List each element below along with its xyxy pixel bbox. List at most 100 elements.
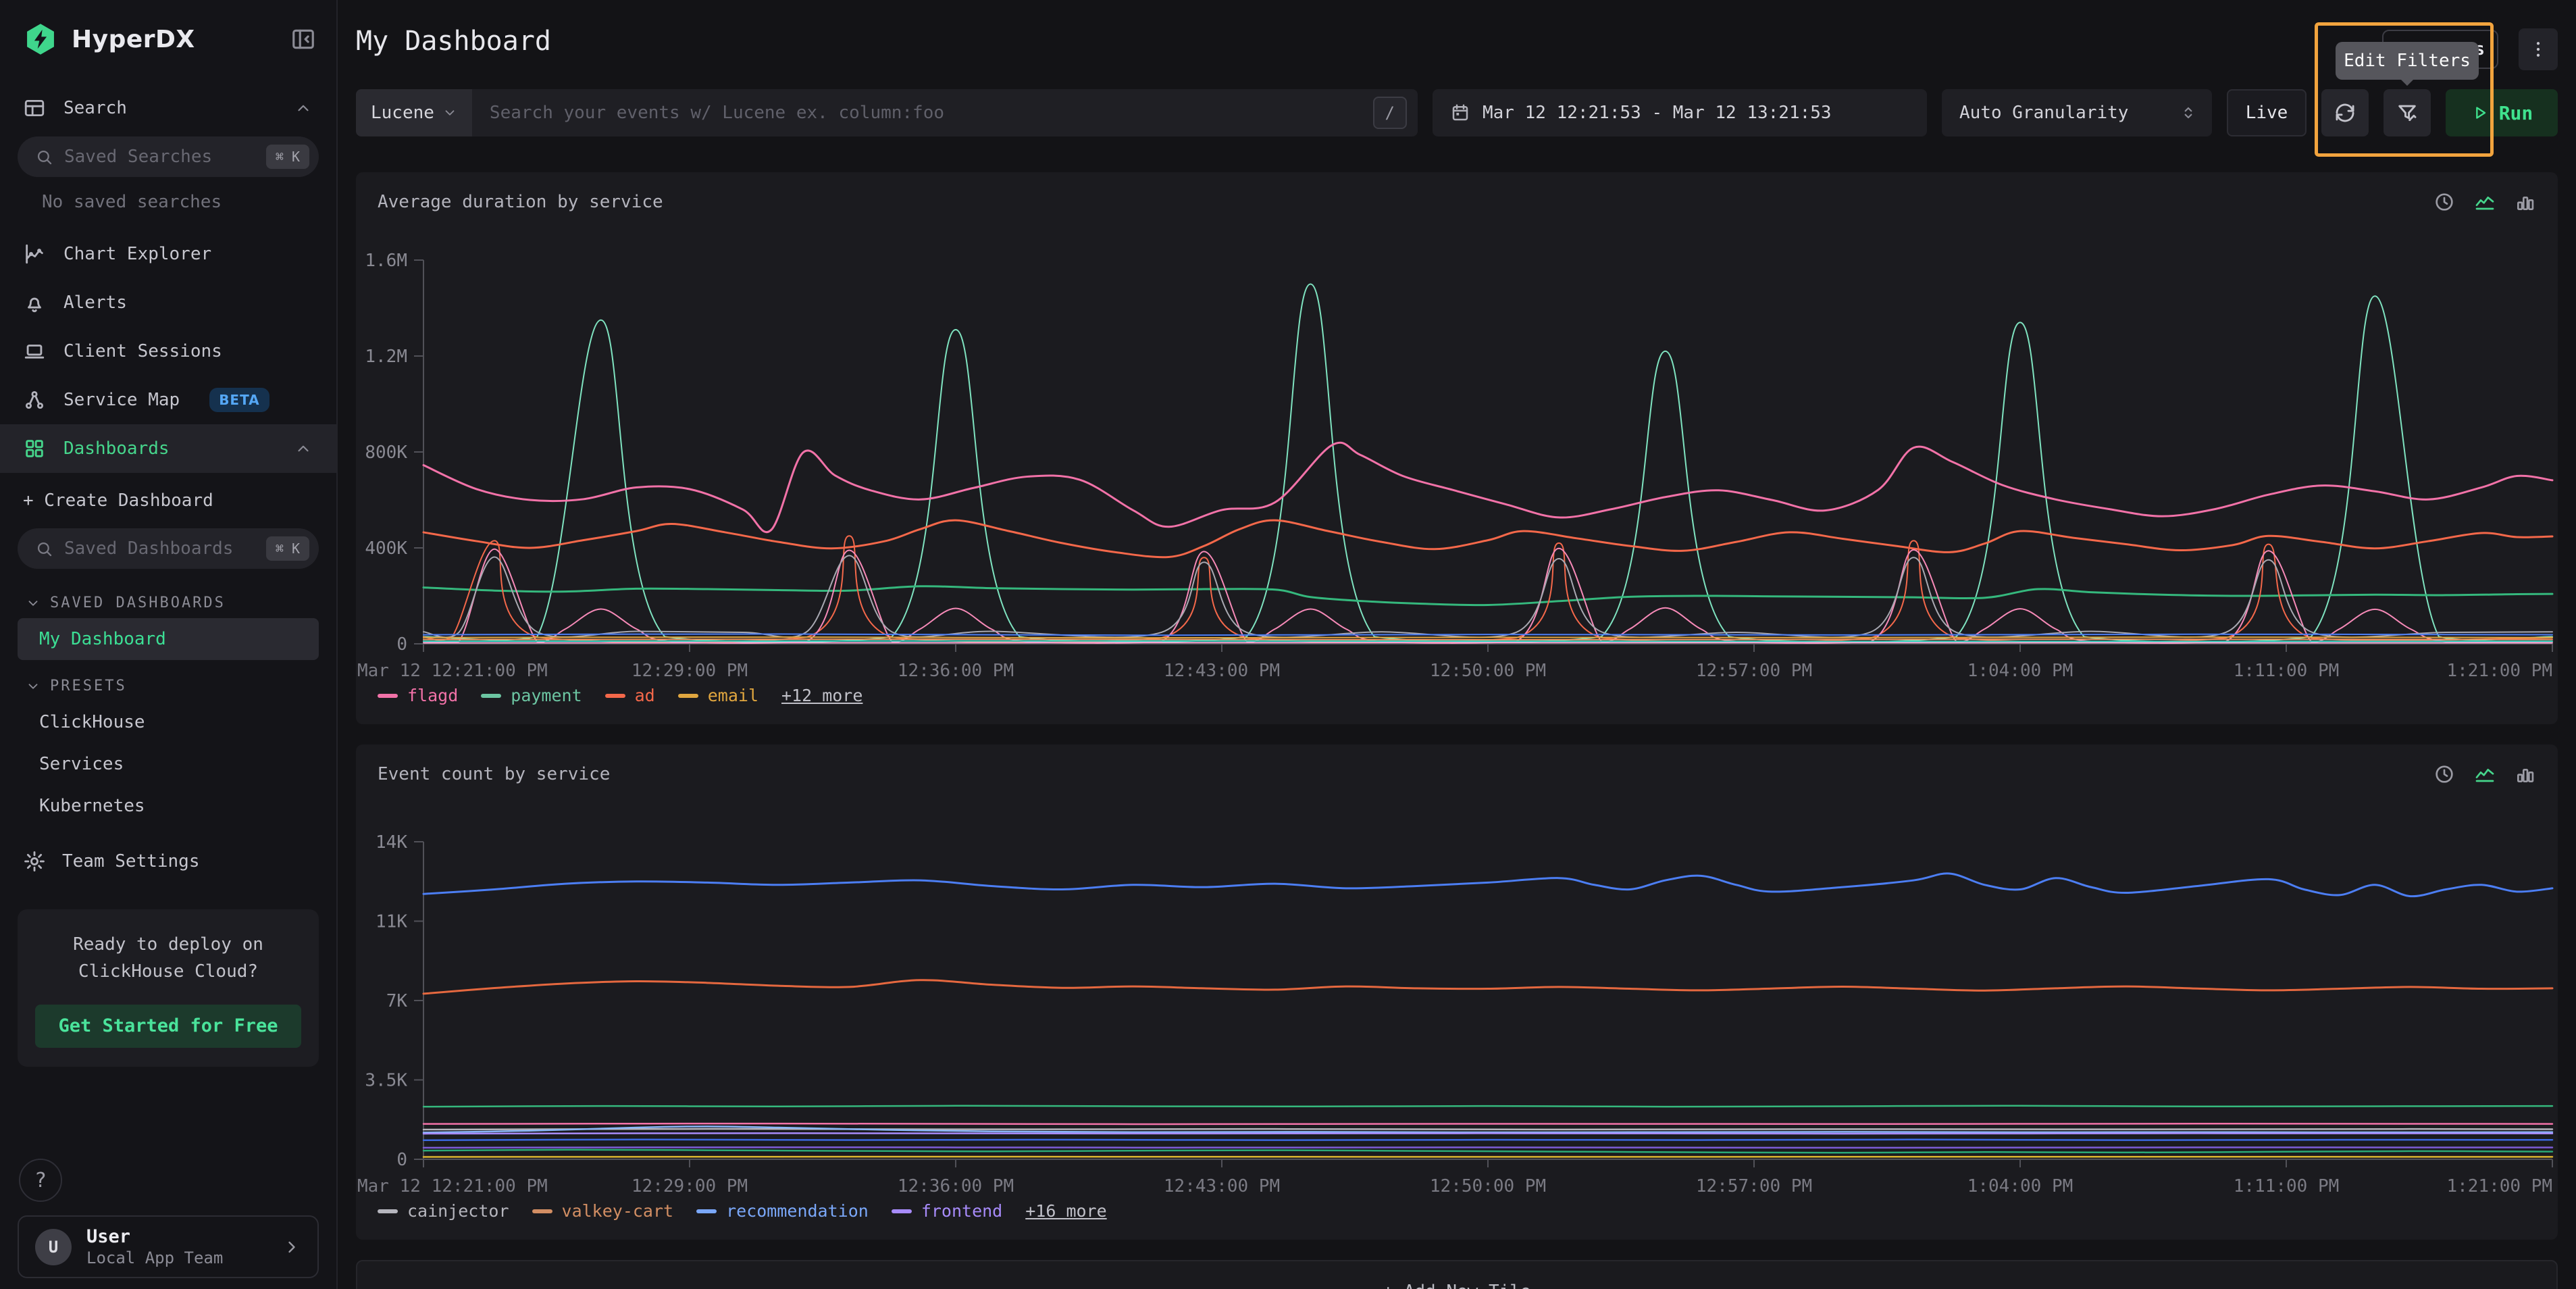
granularity-select[interactable]: Auto Granularity [1942, 89, 2212, 136]
saved-dashboards-search[interactable]: ⌘ K [18, 528, 319, 569]
svg-text:7K: 7K [386, 991, 408, 1011]
legend-item-payment[interactable]: payment [481, 686, 582, 705]
legend-item-frontend[interactable]: frontend [892, 1201, 1002, 1221]
sidebar-item-alerts[interactable]: Alerts [0, 278, 336, 327]
legend-item-recommendation[interactable]: recommendation [696, 1201, 869, 1221]
tile-title: Event count by service [378, 764, 610, 784]
sidebar-item-dashboards[interactable]: Dashboards [0, 424, 336, 473]
tooltip-label: Edit Filters [2344, 51, 2471, 71]
tile-average-duration: Average duration by service 0400K800K1.2… [356, 172, 2558, 724]
sidebar-item-service-map[interactable]: Service Map BETA [0, 376, 336, 424]
sidebar-item-my-dashboard[interactable]: My Dashboard [18, 618, 319, 660]
section-saved-dashboards[interactable]: SAVED DASHBOARDS [26, 595, 336, 611]
chevron-down-icon [26, 679, 41, 694]
svg-text:11K: 11K [376, 912, 407, 932]
search-icon [35, 148, 53, 166]
chart-legend: cainjector valkey-cart recommendation front… [378, 1201, 2558, 1240]
slash-shortcut-badge: / [1373, 97, 1407, 129]
svg-text:3.5K: 3.5K [365, 1071, 407, 1091]
sidebar-item-search[interactable]: Search [0, 84, 336, 132]
tile-actions [2433, 763, 2536, 785]
edit-filters-button[interactable] [2384, 89, 2431, 136]
create-dashboard-button[interactable]: + Create Dashboard [0, 477, 336, 524]
legend-item-email[interactable]: email [678, 686, 758, 705]
svg-text:1:21:00 PM: 1:21:00 PM [2446, 1176, 2552, 1196]
chart-explorer-icon [23, 243, 46, 266]
help-icon: ? [34, 1169, 47, 1192]
sidebar-item-label: Service Map [63, 390, 180, 410]
legend-item-cainjector[interactable]: cainjector [378, 1201, 509, 1221]
logo-row: HyperDX [0, 11, 336, 66]
legend-dash-icon [696, 1209, 717, 1213]
line-chart-icon[interactable] [2474, 763, 2496, 785]
legend-more-link[interactable]: +16 more [1025, 1201, 1106, 1221]
svg-text:1:11:00 PM: 1:11:00 PM [2234, 661, 2340, 681]
section-label: PRESETS [50, 678, 127, 694]
bar-chart-icon[interactable] [2515, 191, 2536, 213]
saved-searches-search[interactable]: ⌘ K [18, 136, 319, 177]
help-button[interactable]: ? [19, 1159, 62, 1202]
saved-searches-input[interactable] [64, 147, 255, 167]
search-input[interactable] [472, 103, 1373, 123]
calendar-icon [1450, 103, 1470, 123]
refresh-button[interactable] [2321, 89, 2369, 136]
shortcut-badge: ⌘ K [266, 145, 309, 169]
line-chart-event-count[interactable]: 03.5K7K11K14KMar 12 12:21:00 PM12:29:00 … [356, 834, 2558, 1198]
legend-item-flagd[interactable]: flagd [378, 686, 458, 705]
avatar: U [35, 1229, 72, 1265]
legend-dash-icon [892, 1209, 912, 1213]
language-select[interactable]: Lucene [356, 89, 472, 136]
line-chart-average-duration[interactable]: 0400K800K1.2M1.6MMar 12 12:21:00 PM12:29… [356, 252, 2558, 683]
refresh-icon [2334, 101, 2356, 124]
tile-header: Event count by service [356, 744, 2558, 785]
legend-dash-icon [481, 694, 501, 698]
add-new-tile-button[interactable]: + Add New Tile [356, 1260, 2558, 1289]
language-label: Lucene [371, 103, 434, 123]
shortcut-badge: ⌘ K [266, 536, 309, 561]
sidebar-item-team-settings[interactable]: Team Settings [0, 836, 336, 886]
kebab-menu-icon [2528, 39, 2548, 59]
preset-label: Kubernetes [39, 796, 145, 816]
user-menu[interactable]: U User Local App Team [18, 1215, 319, 1278]
legend-series-label: frontend [921, 1201, 1002, 1221]
legend-dash-icon [605, 694, 625, 698]
promo-text: Ready to deploy on ClickHouse Cloud? [35, 931, 301, 986]
sidebar-item-clickhouse[interactable]: ClickHouse [0, 701, 336, 743]
sidebar-item-chart-explorer[interactable]: Chart Explorer [0, 230, 336, 278]
create-dashboard-label: + Create Dashboard [23, 490, 213, 511]
legend-item-valkey-cart[interactable]: valkey-cart [532, 1201, 674, 1221]
legend-series-label: valkey-cart [562, 1201, 674, 1221]
legend-item-ad[interactable]: ad [605, 686, 655, 705]
legend-more-link[interactable]: +12 more [781, 686, 862, 705]
live-button[interactable]: Live [2227, 89, 2307, 136]
tile-title: Average duration by service [378, 192, 663, 212]
gear-icon [23, 850, 46, 873]
svg-text:1.2M: 1.2M [365, 347, 407, 367]
clock-icon[interactable] [2433, 191, 2455, 213]
svg-text:12:50:00 PM: 12:50:00 PM [1430, 1176, 1546, 1196]
date-range-button[interactable]: Mar 12 12:21:53 - Mar 12 13:21:53 [1433, 89, 1927, 136]
line-chart-icon[interactable] [2474, 191, 2496, 213]
saved-dashboards-input[interactable] [64, 538, 255, 559]
date-range-label: Mar 12 12:21:53 - Mar 12 13:21:53 [1483, 103, 1832, 123]
legend-dash-icon [678, 694, 698, 698]
search-group: Lucene / [356, 89, 1418, 136]
sidebar-item-kubernetes[interactable]: Kubernetes [0, 785, 336, 827]
service-map-icon [23, 388, 46, 411]
run-button[interactable]: Run [2446, 89, 2558, 136]
svg-text:12:43:00 PM: 12:43:00 PM [1164, 661, 1280, 681]
tile-header: Average duration by service [356, 172, 2558, 213]
bar-chart-icon[interactable] [2515, 763, 2536, 785]
clock-icon[interactable] [2433, 763, 2455, 785]
sidebar-item-services[interactable]: Services [0, 743, 336, 785]
legend-series-label: flagd [407, 686, 458, 705]
get-started-button[interactable]: Get Started for Free [35, 1005, 301, 1048]
section-presets[interactable]: PRESETS [26, 678, 336, 694]
svg-text:12:36:00 PM: 12:36:00 PM [898, 661, 1014, 681]
hyperdx-logo-icon [23, 22, 58, 57]
user-name: User [86, 1226, 223, 1247]
sidebar-item-client-sessions[interactable]: Client Sessions [0, 327, 336, 376]
more-options-button[interactable] [2519, 28, 2558, 70]
collapse-sidebar-icon[interactable] [290, 26, 316, 52]
legend-series-label: ad [635, 686, 655, 705]
